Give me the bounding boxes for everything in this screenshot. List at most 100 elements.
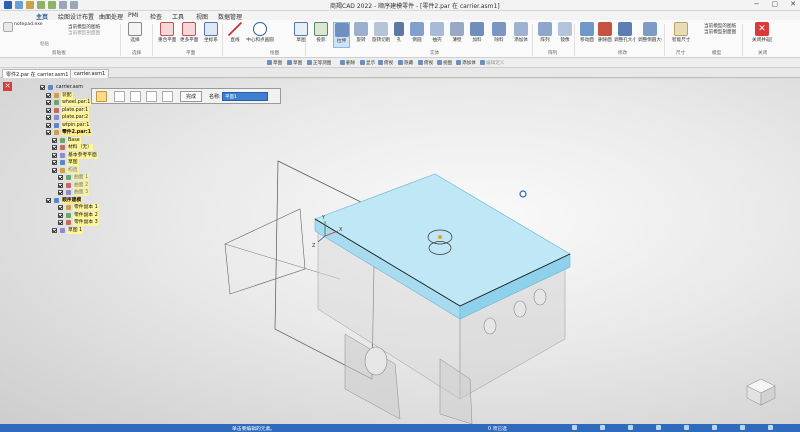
smart-dimension-button[interactable]: 智能尺寸 — [672, 22, 690, 43]
add-body-button[interactable]: 添加体 — [512, 22, 530, 43]
view-cube[interactable] — [745, 377, 777, 407]
notepad-label[interactable]: notepad.exe — [14, 22, 43, 27]
resize-round-button[interactable]: 调整倒圆大小 — [638, 22, 662, 43]
visibility-checkbox[interactable] — [40, 85, 45, 90]
status-tool-icon[interactable] — [572, 425, 577, 430]
tree-item[interactable]: 曲面 1 — [40, 174, 160, 181]
tree-item[interactable]: 曲面 2 — [40, 181, 160, 189]
tree-item[interactable]: Base — [40, 136, 160, 144]
status-tool-icon[interactable] — [684, 425, 689, 430]
hole-button[interactable]: 孔 — [392, 22, 406, 43]
close-and-return-button[interactable]: ✕关闭并返回 — [752, 22, 772, 43]
status-tool-icon[interactable] — [768, 425, 773, 430]
project-button[interactable]: 投影 — [312, 22, 330, 43]
visibility-checkbox[interactable] — [58, 212, 63, 218]
circle-by-center-button[interactable]: 中心和点画圆 — [246, 22, 274, 43]
tree-item[interactable]: wtpin.par:1 — [40, 121, 160, 129]
coordinate-system-button[interactable]: 坐标系 — [202, 22, 220, 43]
tree-item[interactable]: 材料（无） — [40, 144, 160, 151]
cmd-isometric[interactable]: 正等测图 — [307, 60, 331, 66]
tree-item[interactable]: 零件副本 1 — [40, 204, 160, 211]
undo-icon[interactable] — [37, 1, 45, 9]
model-section-link-2[interactable]: 当前模型剖面图 — [704, 29, 736, 35]
revolve-cut-button[interactable]: 旋转切削 — [372, 22, 390, 43]
status-tool-icon[interactable] — [712, 425, 717, 430]
tree-item[interactable]: 零件2.par:1 — [40, 129, 160, 136]
tree-item[interactable]: 零件副本 3 — [40, 219, 160, 226]
model-section-link[interactable]: 当前模型剖面图 — [68, 30, 100, 36]
cmd-sketch-2[interactable]: 草图 — [287, 60, 302, 66]
mirror-button[interactable]: 镜像 — [556, 22, 574, 43]
tree-item[interactable]: 曲面 3 — [40, 189, 160, 196]
graphics-viewport[interactable]: ✕ X Y Z 完成 名称: 平面1 carrier.asm 装配 wheel.… — [0, 79, 800, 424]
visibility-checkbox[interactable] — [52, 145, 57, 150]
cmd-top-view-2[interactable]: 俯视 — [418, 60, 433, 66]
line-button[interactable]: 直线 — [226, 22, 244, 43]
visibility-checkbox[interactable] — [46, 107, 51, 113]
visibility-checkbox[interactable] — [52, 152, 57, 158]
cmd-top-view[interactable]: 俯视 — [378, 60, 393, 66]
visibility-checkbox[interactable] — [46, 100, 51, 105]
step-5-button[interactable] — [162, 91, 173, 102]
save-icon[interactable] — [15, 1, 23, 9]
tree-item[interactable]: 草图 1 — [40, 226, 160, 234]
visibility-checkbox[interactable] — [46, 92, 51, 98]
revolve-button[interactable]: 旋转 — [352, 22, 370, 43]
cmd-sketch-1[interactable]: 草图 — [267, 60, 282, 66]
coincident-plane-button[interactable]: 重合平面 — [158, 22, 176, 43]
extrude-button[interactable]: 拉伸 — [333, 22, 350, 48]
add-material-button[interactable]: 加料 — [468, 22, 486, 43]
cmd-hide[interactable]: 隐藏 — [398, 60, 413, 66]
notepad-button[interactable] — [2, 22, 14, 32]
tree-item[interactable]: 零件副本 2 — [40, 211, 160, 219]
tree-item[interactable]: plate.par:1 — [40, 106, 160, 114]
tree-item[interactable]: 顺序建模 — [40, 196, 160, 204]
visibility-checkbox[interactable] — [46, 122, 51, 128]
pattern-button[interactable]: 阵列 — [536, 22, 554, 43]
tree-item[interactable]: wheel.par:1 — [40, 99, 160, 106]
more-planes-button[interactable]: 更多平面 — [180, 22, 198, 43]
name-input[interactable] — [222, 92, 268, 101]
cut-material-button[interactable]: 除料 — [490, 22, 508, 43]
tree-item[interactable]: 草图 — [40, 159, 160, 166]
status-tool-icon[interactable] — [600, 425, 605, 430]
thin-wall-button[interactable]: 薄壁 — [448, 22, 466, 43]
tree-item[interactable]: 装配 — [40, 91, 160, 99]
sketch-button[interactable]: 草图 — [292, 22, 310, 43]
resize-hole-button[interactable]: 调整孔大小 — [614, 22, 636, 43]
visibility-checkbox[interactable] — [58, 205, 63, 210]
move-face-button[interactable]: 移动面 — [578, 22, 596, 43]
tree-item[interactable]: plate.par:2 — [40, 114, 160, 121]
visibility-checkbox[interactable] — [58, 190, 63, 195]
app-icon[interactable] — [4, 1, 12, 9]
visibility-checkbox[interactable] — [58, 175, 63, 180]
visibility-checkbox[interactable] — [52, 160, 57, 165]
visibility-checkbox[interactable] — [46, 115, 51, 120]
cmd-add-body[interactable]: 添加体 — [456, 60, 476, 66]
status-tool-icon[interactable] — [740, 425, 745, 430]
select-button[interactable]: 选择 — [126, 22, 144, 43]
close-window-button[interactable]: ✕ — [790, 0, 796, 8]
status-tool-icon[interactable] — [656, 425, 661, 430]
status-tool-icon[interactable] — [628, 425, 633, 430]
cmd-edit-definition[interactable]: 编辑定义 — [480, 60, 504, 66]
cmd-delete[interactable]: 删除 — [340, 60, 355, 66]
visibility-checkbox[interactable] — [58, 220, 63, 225]
redo-icon[interactable] — [48, 1, 56, 9]
visibility-checkbox[interactable] — [46, 197, 51, 203]
visibility-checkbox[interactable] — [58, 182, 63, 188]
print-icon[interactable] — [59, 1, 67, 9]
cmd-view[interactable]: 视图 — [437, 60, 452, 66]
visibility-checkbox[interactable] — [46, 130, 51, 135]
tab-pmi[interactable]: PMI — [128, 12, 139, 19]
visibility-checkbox[interactable] — [52, 227, 57, 233]
shell-button[interactable]: 抽壳 — [428, 22, 446, 43]
doc-tab-part[interactable]: 零件2.par 在 carrier.asm1 — [2, 69, 73, 78]
delete-face-button[interactable]: 删除面 — [596, 22, 614, 43]
round-button[interactable]: 倒圆 — [408, 22, 426, 43]
minimize-button[interactable]: − — [754, 0, 760, 8]
open-icon[interactable] — [26, 1, 34, 9]
tree-item[interactable]: 基本参考平面 — [40, 151, 160, 159]
cmd-show[interactable]: 显示 — [360, 60, 375, 66]
visibility-checkbox[interactable] — [52, 167, 57, 173]
